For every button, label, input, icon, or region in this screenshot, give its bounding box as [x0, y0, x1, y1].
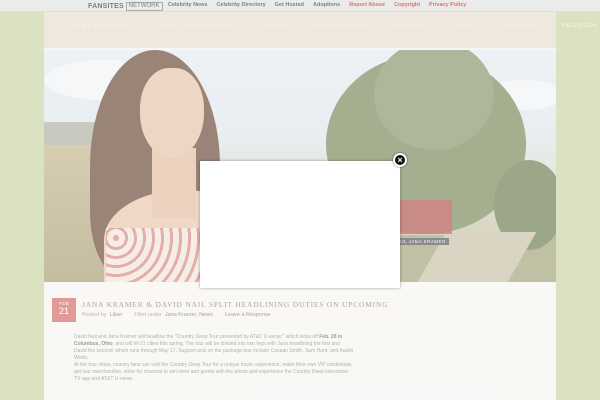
popup-modal	[200, 161, 400, 288]
close-icon[interactable]: ×	[393, 153, 407, 167]
